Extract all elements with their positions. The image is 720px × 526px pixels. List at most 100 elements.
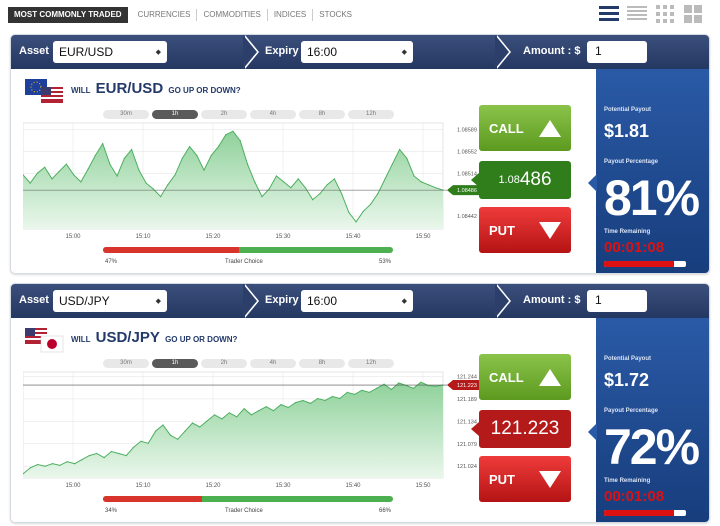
trader-put-percent: 66%	[379, 508, 392, 514]
x-tick-label: 15:00	[65, 483, 81, 489]
current-rate-box: 121.223	[471, 410, 571, 448]
timeframe-4h[interactable]: 4h	[250, 359, 296, 368]
payout-percentage-value: 72%	[604, 419, 700, 475]
x-tick-label: 15:40	[345, 483, 361, 489]
price-point	[317, 397, 319, 400]
timeframe-12h[interactable]: 12h	[348, 110, 394, 119]
price-point	[102, 143, 104, 145]
timeframe-12h[interactable]: 12h	[348, 359, 394, 368]
x-tick-label: 15:40	[345, 234, 361, 240]
price-point	[383, 383, 385, 385]
expiry-value: 16:00	[307, 45, 338, 59]
tab-indices[interactable]: Indices	[268, 9, 314, 21]
price-point	[435, 187, 437, 189]
large-grid-view-icon[interactable]	[682, 3, 704, 25]
price-point	[189, 146, 191, 148]
tab-stocks[interactable]: Stocks	[313, 9, 358, 21]
tab-most-commonly-traded[interactable]: Most Commonly Traded	[8, 7, 128, 23]
amount-input[interactable]: 1	[587, 290, 647, 312]
price-point	[362, 210, 364, 212]
price-point	[243, 408, 245, 410]
call-label: CALL	[489, 120, 524, 136]
price-point	[116, 175, 118, 177]
chevron-down-icon: ◆	[401, 49, 407, 56]
timeframe-8h[interactable]: 8h	[299, 110, 345, 119]
timeframe-4h[interactable]: 4h	[250, 110, 296, 119]
price-point	[96, 452, 98, 455]
potential-payout-value: $1.81	[604, 121, 650, 141]
price-point	[346, 391, 348, 393]
price-point	[258, 410, 260, 412]
y-tick-label: 1.08552	[457, 149, 477, 155]
price-point	[377, 193, 379, 195]
x-tick-label: 15:50	[415, 483, 431, 489]
arrow-down-icon	[539, 221, 561, 239]
pair-name: EUR/USD	[95, 80, 164, 97]
call-button[interactable]: CALL	[479, 354, 571, 400]
expiry-select[interactable]: 16:00 ◆	[301, 41, 413, 63]
price-point	[36, 172, 39, 174]
expiry-select[interactable]: 16:00 ◆	[301, 290, 413, 312]
price-point	[236, 416, 238, 418]
price-point	[191, 422, 194, 424]
put-button[interactable]: PUT	[479, 456, 571, 502]
timeframe-2h[interactable]: 2h	[201, 359, 247, 368]
trader-choice-label: Trader Choice	[225, 508, 263, 514]
timeframe-8h[interactable]: 8h	[299, 359, 345, 368]
pair-question: Will USD/JPY go up or down?	[71, 329, 237, 346]
sidebar-pointer	[588, 174, 597, 192]
payout-percentage-label: Payout Percentage	[604, 159, 659, 165]
price-point	[73, 174, 75, 176]
compact-list-view-icon[interactable]	[626, 3, 648, 25]
price-point	[435, 385, 437, 387]
timeframe-2h[interactable]: 2h	[201, 110, 247, 119]
price-point	[59, 464, 61, 466]
price-point	[203, 169, 205, 171]
list-view-icon[interactable]	[598, 3, 620, 25]
tab-commodities[interactable]: Commodities	[197, 9, 268, 21]
currency-pair-flags-icon	[25, 328, 64, 353]
price-point	[199, 426, 201, 428]
grid-view-icon[interactable]	[654, 3, 676, 25]
price-point	[206, 420, 208, 422]
rate-value: 486	[519, 169, 552, 190]
timeframe-1h[interactable]: 1h	[152, 359, 198, 368]
price-point	[184, 430, 186, 432]
price-point	[181, 157, 183, 159]
price-point	[132, 446, 135, 448]
asset-select[interactable]: USD/JPY ◆	[53, 290, 167, 312]
currency-pair-flags-icon	[25, 79, 63, 103]
price-point	[87, 168, 89, 170]
price-point	[81, 459, 83, 461]
price-point	[427, 184, 430, 186]
time-remaining-bar	[604, 510, 686, 516]
timeframe-1h[interactable]: 1h	[152, 110, 198, 119]
time-remaining-value: 00:01:08	[604, 488, 665, 505]
price-point	[74, 463, 76, 465]
tab-currencies[interactable]: Currencies	[132, 9, 198, 21]
price-point	[261, 196, 263, 198]
expiry-value: 16:00	[307, 294, 338, 308]
price-point	[210, 154, 212, 156]
time-remaining-value: 00:01:08	[604, 239, 665, 256]
amount-label: Amount : $	[523, 45, 581, 57]
asset-select[interactable]: EUR/USD ◆	[53, 41, 167, 63]
y-tick-label: 121.244	[457, 374, 477, 380]
price-point	[29, 182, 31, 184]
payout-percentage-value: 81%	[604, 170, 700, 226]
price-point	[167, 184, 169, 186]
price-point	[131, 148, 133, 151]
current-rate-box: 1.08 486	[471, 161, 571, 199]
trader-choice-call-fill	[103, 247, 240, 253]
call-button[interactable]: CALL	[479, 105, 571, 151]
amount-input[interactable]: 1	[587, 41, 647, 63]
question-suffix: go up or down?	[165, 335, 238, 344]
put-label: PUT	[489, 222, 515, 238]
time-remaining-bar	[604, 261, 686, 267]
price-point	[333, 178, 335, 180]
put-button[interactable]: PUT	[479, 207, 571, 253]
question-suffix: go up or down?	[168, 86, 241, 95]
timeframe-30m[interactable]: 30m	[103, 110, 149, 119]
timeframe-30m[interactable]: 30m	[103, 359, 149, 368]
expiry-label: Expiry :	[265, 294, 306, 306]
